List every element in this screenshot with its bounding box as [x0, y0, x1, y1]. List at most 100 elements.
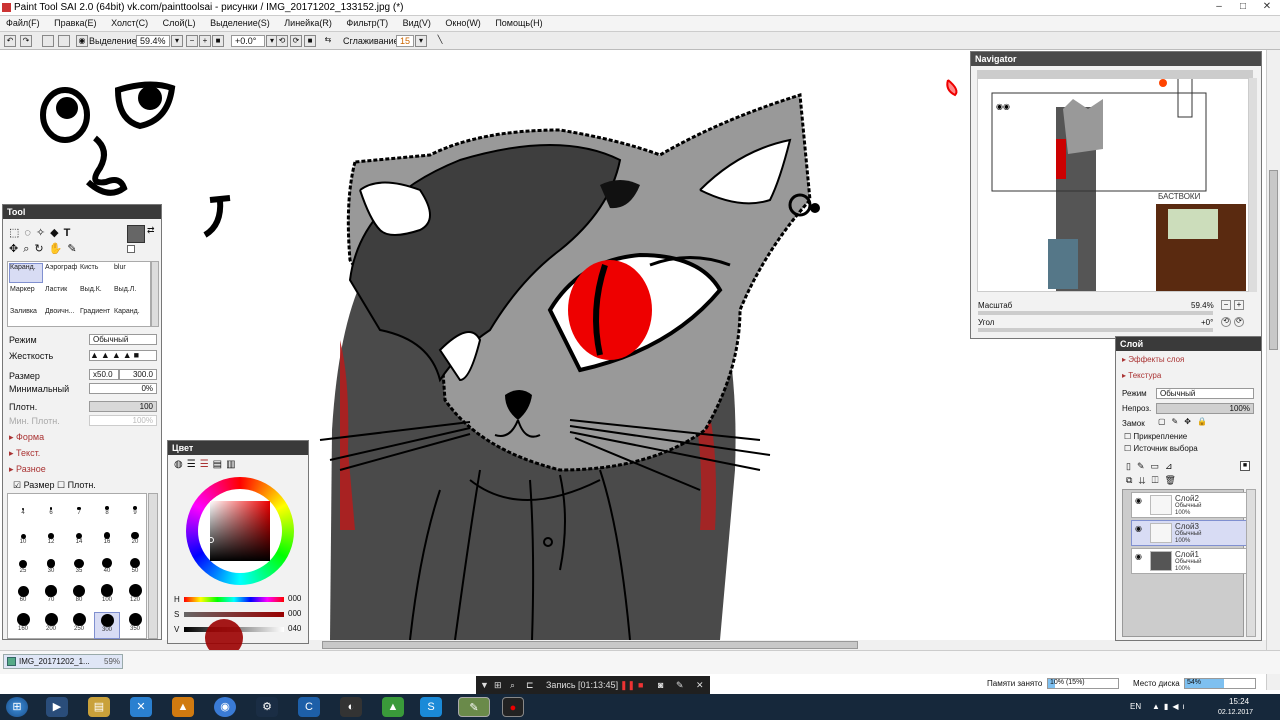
- brush-select-eraser[interactable]: Выд.Л.: [114, 286, 136, 293]
- delete-layer-icon[interactable]: 🗑: [1165, 475, 1182, 485]
- minimize-button[interactable]: –: [1208, 0, 1230, 14]
- smoothing-dropdown-icon[interactable]: ▾: [415, 35, 427, 47]
- rotate-reset-icon[interactable]: ■: [304, 35, 316, 47]
- recorder-close-icon[interactable]: ✕: [696, 680, 704, 691]
- rotate-left-icon[interactable]: ⟲: [276, 35, 288, 47]
- brush-select-pen[interactable]: Выд.К.: [80, 286, 102, 293]
- brush-size-option[interactable]: 25: [10, 554, 36, 581]
- min-size-field[interactable]: 0%: [89, 383, 157, 394]
- media-icon[interactable]: ▶: [46, 697, 68, 717]
- rotate-right-icon[interactable]: ⟳: [290, 35, 302, 47]
- layer-item-selected[interactable]: ◉ Слой3 Обычный 100%: [1131, 520, 1249, 546]
- swap-colors-icon[interactable]: ⇄: [147, 225, 155, 236]
- copy-layer-icon[interactable]: ⧉: [1126, 475, 1138, 485]
- menu-view[interactable]: Вид(V): [397, 16, 437, 30]
- start-icon[interactable]: ⊞: [6, 697, 28, 717]
- brush-airbrush[interactable]: Аэрограф: [45, 264, 77, 271]
- brush-size-option[interactable]: 40: [94, 554, 120, 581]
- color-picker-cursor[interactable]: [208, 537, 214, 543]
- ruler-icon[interactable]: ⊿: [1165, 461, 1179, 471]
- invert-icon[interactable]: [58, 35, 70, 47]
- zoom-out-nav-icon[interactable]: −: [1221, 300, 1231, 310]
- tray-icons[interactable]: ▲▮◀ı: [1152, 702, 1189, 711]
- section-texture[interactable]: ▸ Текст.: [9, 448, 40, 459]
- zoom-tool-icon[interactable]: ⌕: [23, 243, 34, 255]
- brush-size-option[interactable]: 14: [66, 525, 92, 552]
- brush-size-option[interactable]: 120: [122, 583, 148, 610]
- rgb-tab-icon[interactable]: ☰: [187, 459, 200, 470]
- recorder-taskbar-icon[interactable]: ●: [502, 697, 524, 717]
- navigator-scroll-top[interactable]: [977, 70, 1253, 78]
- horizontal-scroll-thumb[interactable]: [322, 641, 858, 649]
- merge-layer-icon[interactable]: ⇊: [1138, 475, 1151, 485]
- swatches-tab-icon[interactable]: ▥: [226, 459, 239, 470]
- brush-size-option[interactable]: 30: [38, 554, 64, 581]
- brush-size-option[interactable]: 50: [122, 554, 148, 581]
- brush-size-option[interactable]: 10: [10, 525, 36, 552]
- magic-wand-icon[interactable]: ✧: [36, 227, 50, 239]
- section-misc[interactable]: ▸ Разное: [9, 464, 46, 475]
- hue-slider[interactable]: [184, 597, 284, 602]
- rotate-left-nav-icon[interactable]: ⟲: [1221, 317, 1231, 327]
- scale-slider[interactable]: [978, 311, 1213, 315]
- brush-size-option[interactable]: 80: [66, 583, 92, 610]
- brush-binary[interactable]: Двоичн...: [45, 308, 75, 315]
- zoom-in-nav-icon[interactable]: +: [1234, 300, 1244, 310]
- lock-icons[interactable]: ▢✎✥🔒: [1158, 417, 1213, 426]
- secondary-color-swatch[interactable]: [127, 245, 135, 253]
- clock-time[interactable]: 15:24: [1229, 697, 1249, 706]
- brush-size-option[interactable]: 20: [122, 525, 148, 552]
- color-wheel-tab-icon[interactable]: ◍: [174, 459, 187, 470]
- layer-opacity-field[interactable]: 100%: [1156, 403, 1254, 414]
- texture-section[interactable]: ▸ Текстура: [1122, 371, 1161, 380]
- density-checkbox[interactable]: ☐ Плотн.: [57, 480, 96, 491]
- min-density-field[interactable]: 100%: [89, 415, 157, 426]
- close-button[interactable]: ✕: [1256, 0, 1278, 14]
- lasso-icon[interactable]: ◌: [24, 227, 36, 239]
- clock-date[interactable]: 02.12.2017: [1218, 709, 1253, 716]
- app-green-icon[interactable]: ▲: [382, 697, 404, 717]
- vertical-scrollbar[interactable]: [1266, 50, 1280, 690]
- brush-grid-scrollbar[interactable]: [151, 261, 159, 327]
- brush-size-option[interactable]: 16: [94, 525, 120, 552]
- angle-field[interactable]: +0.0°: [231, 35, 265, 47]
- line-icon[interactable]: ╲: [434, 35, 446, 47]
- size-grid-scrollbar[interactable]: [148, 493, 158, 639]
- app-c-icon[interactable]: C: [298, 697, 320, 717]
- hand-icon[interactable]: ✋: [49, 243, 68, 255]
- color-wheel[interactable]: [186, 477, 294, 585]
- menu-canvas[interactable]: Холст(C): [105, 16, 154, 30]
- flip-icon[interactable]: ⇆: [322, 35, 334, 47]
- navigator-preview[interactable]: ◉◉ БАСТВОКИ: [977, 78, 1249, 292]
- layer-mask-icon[interactable]: ■: [1240, 461, 1250, 471]
- rotate-tool-icon[interactable]: ↻: [34, 243, 48, 255]
- zoom-out-icon[interactable]: −: [186, 35, 198, 47]
- sai-taskbar-icon[interactable]: ✎: [458, 697, 490, 717]
- primary-color-swatch[interactable]: [127, 225, 145, 243]
- brush-size-option[interactable]: 9: [122, 496, 148, 523]
- brush-size-option[interactable]: 70: [38, 583, 64, 610]
- brush-bucket[interactable]: Заливка: [10, 308, 37, 315]
- recorder-menu-icon[interactable]: ▼: [480, 680, 489, 690]
- new-vector-layer-icon[interactable]: ✎: [1137, 461, 1151, 471]
- maximize-button[interactable]: □: [1232, 0, 1254, 14]
- menu-selection[interactable]: Выделение(S): [204, 16, 276, 30]
- hsv-tab-icon[interactable]: ☰: [200, 459, 213, 470]
- brush-size-option[interactable]: 12: [38, 525, 64, 552]
- menu-window[interactable]: Окно(W): [439, 16, 486, 30]
- brush-brush[interactable]: Кисть: [80, 264, 98, 271]
- brush-blur[interactable]: blur: [114, 264, 126, 271]
- brush-size-option[interactable]: 4: [10, 496, 36, 523]
- rect-select-icon[interactable]: ⬚: [9, 227, 24, 239]
- pause-icon[interactable]: ❚❚: [620, 680, 635, 691]
- mode-select[interactable]: Обычный: [89, 334, 157, 345]
- hardness-selector[interactable]: ▲▲▲▲■: [89, 350, 157, 361]
- brush-size-option[interactable]: 160: [10, 612, 36, 639]
- recorder-zoom-icon[interactable]: ⌕: [510, 680, 515, 691]
- brush-marker[interactable]: Маркер: [10, 286, 35, 293]
- visibility-eye-icon[interactable]: ◉: [1135, 496, 1142, 505]
- deselect-icon[interactable]: [42, 35, 54, 47]
- skype-icon[interactable]: S: [420, 697, 442, 717]
- app-dark-icon[interactable]: ◐: [340, 697, 362, 717]
- palette-tab-icon[interactable]: ▤: [213, 459, 226, 470]
